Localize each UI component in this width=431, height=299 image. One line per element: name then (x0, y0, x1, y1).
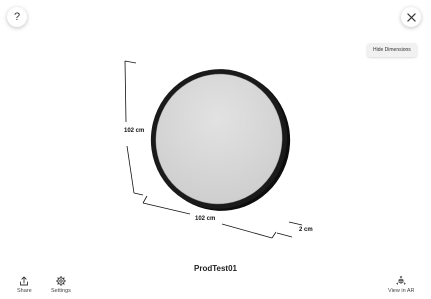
settings-button[interactable]: Settings (51, 276, 71, 294)
width-dimension-label: 102 cm (195, 216, 216, 222)
ar-cube-icon (396, 276, 406, 285)
view-in-ar-label: View in AR (388, 288, 415, 294)
mirror-glass (155, 74, 283, 204)
product-title: ProdTest01 (194, 264, 237, 273)
height-dimension-label: 102 cm (124, 128, 145, 134)
view-in-ar-button[interactable]: View in AR (388, 276, 415, 294)
share-button[interactable]: Share (17, 276, 32, 294)
share-icon (20, 276, 29, 286)
gear-icon (55, 276, 66, 286)
product-viewer[interactable] (0, 0, 431, 299)
share-label: Share (17, 288, 32, 294)
depth-dimension-label: 2 cm (299, 227, 313, 233)
settings-label: Settings (51, 288, 71, 294)
